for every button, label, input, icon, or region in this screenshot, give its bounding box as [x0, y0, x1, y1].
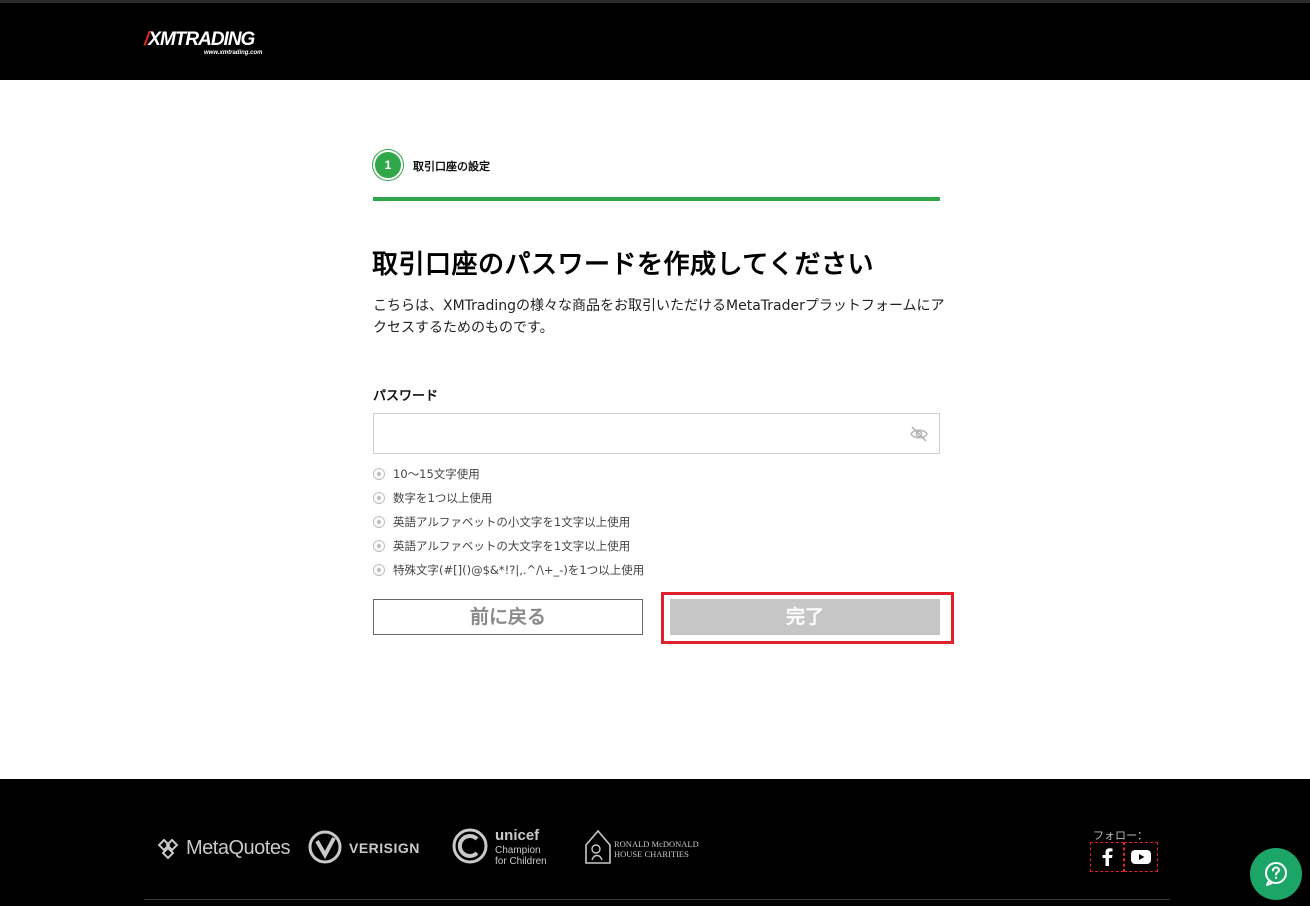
page-description: こちらは、XMTradingの様々な商品をお取引いただけるMetaTraderプ… [373, 298, 945, 336]
unicef-subtitle: Champion for Children [495, 845, 547, 867]
unicef-line-2: for Children [495, 856, 547, 867]
rmhc-text: RONALD McDONALD HOUSE CHARITIES [614, 839, 699, 859]
requirement-item: 英語アルファベットの大文字を1文字以上使用 [373, 534, 943, 558]
requirement-item: 英語アルファベットの小文字を1文字以上使用 [373, 510, 943, 534]
logo-text: XMTRADING [148, 29, 255, 50]
password-label: パスワード [373, 389, 439, 404]
step-label: 取引口座の設定 [413, 160, 490, 173]
top-header: /XMTRADING www.xmtrading.com [0, 0, 1310, 80]
requirement-text: 10〜15文字使用 [393, 467, 480, 481]
requirement-text: 数字を1つ以上使用 [393, 491, 493, 505]
back-button[interactable]: 前に戻る [373, 599, 643, 635]
requirement-status-icon [373, 468, 385, 480]
password-requirements: 10〜15文字使用 数字を1つ以上使用 英語アルファベットの小文字を1文字以上使… [373, 462, 943, 582]
requirement-status-icon [373, 516, 385, 528]
follow-label: フォロー： [1093, 829, 1148, 842]
eye-slash-icon[interactable] [909, 424, 929, 444]
question-mark-icon [1265, 862, 1287, 886]
verisign-mark-icon [308, 830, 342, 864]
requirement-text: 特殊文字(#[]()@$&*!?|,.^/\+_-)を1つ以上使用 [393, 563, 645, 577]
requirement-item: 数字を1つ以上使用 [373, 486, 943, 510]
unicef-name: unicef [495, 827, 540, 844]
metaquotes-mark-icon [158, 838, 179, 860]
youtube-icon [1131, 850, 1151, 864]
rmhc-line-1: RONALD McDONALD [614, 839, 699, 849]
requirement-text: 英語アルファベットの大文字を1文字以上使用 [393, 539, 631, 553]
verisign-text: VERISIGN [349, 840, 420, 856]
password-field-container [373, 413, 940, 454]
rmhc-house-icon [585, 829, 611, 864]
facebook-icon [1102, 848, 1113, 866]
unicef-line-1: Champion [495, 845, 541, 856]
requirement-text: 英語アルファベットの小文字を1文字以上使用 [393, 515, 631, 529]
requirement-status-icon [373, 540, 385, 552]
facebook-button[interactable] [1090, 842, 1124, 872]
requirement-status-icon [373, 492, 385, 504]
step-number-badge: 1 [373, 150, 403, 180]
page-title: 取引口座のパスワードを作成してください [372, 250, 874, 280]
complete-button[interactable]: 完了 [670, 599, 940, 635]
footer: MetaQuotes VERISIGN unicef Champion for C… [0, 779, 1310, 906]
metaquotes-text: MetaQuotes [186, 837, 290, 859]
step-progress-bar [373, 197, 940, 201]
xmtrading-logo[interactable]: /XMTRADING www.xmtrading.com [144, 29, 284, 61]
youtube-button[interactable] [1124, 842, 1158, 872]
requirement-status-icon [373, 564, 385, 576]
logo-url: www.xmtrading.com [204, 50, 263, 56]
step-progress-fill [373, 197, 940, 201]
rmhc-line-2: HOUSE CHARITIES [614, 849, 689, 859]
requirement-item: 10〜15文字使用 [373, 462, 943, 486]
footer-divider [144, 899, 1170, 900]
requirement-item: 特殊文字(#[]()@$&*!?|,.^/\+_-)を1つ以上使用 [373, 558, 943, 582]
unicef-mark-icon [452, 828, 488, 864]
logo-wordmark: /XMTRADING [144, 29, 255, 51]
help-button[interactable] [1250, 848, 1302, 900]
password-input[interactable] [374, 414, 894, 453]
